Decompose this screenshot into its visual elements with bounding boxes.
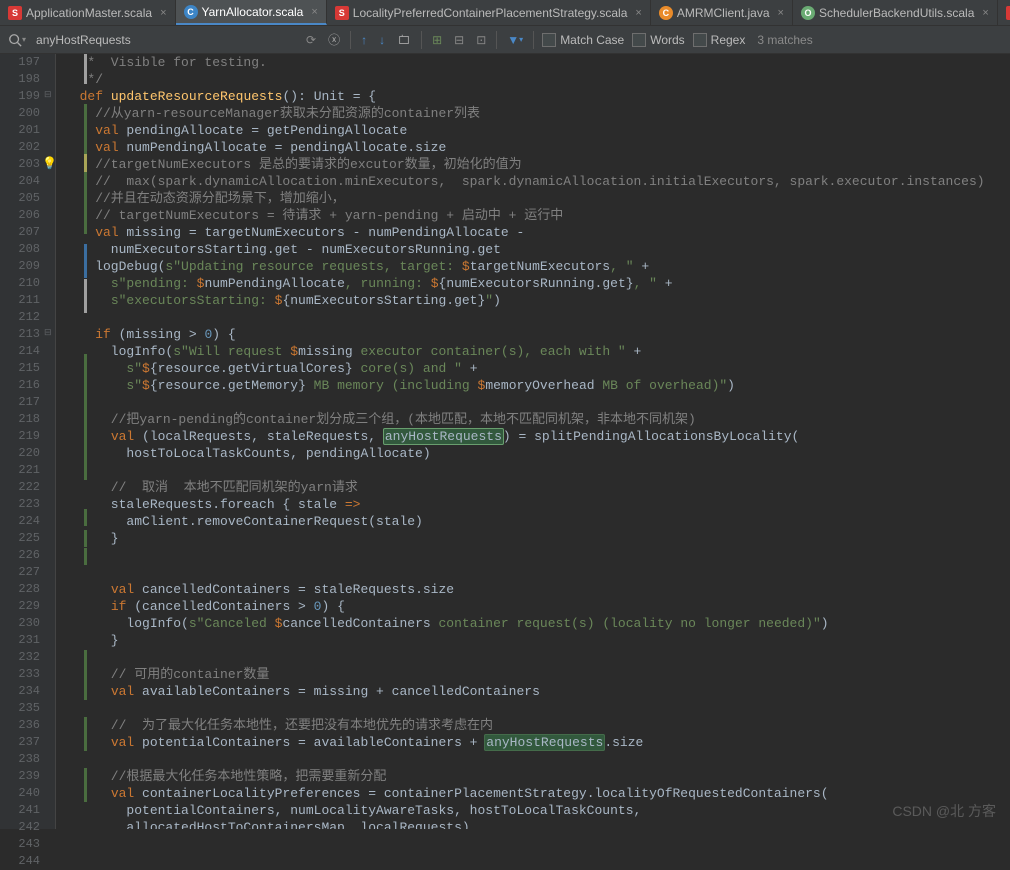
scala-icon: S bbox=[1006, 6, 1010, 20]
close-icon[interactable]: × bbox=[982, 7, 988, 19]
tab-amrm-client[interactable]: C AMRMClient.java × bbox=[651, 0, 793, 25]
editor-tabs: S ApplicationMaster.scala × C YarnAlloca… bbox=[0, 0, 1010, 26]
change-markers bbox=[84, 54, 87, 829]
next-match-icon[interactable]: ↓ bbox=[377, 31, 387, 49]
line-numbers: 1971981992002012022032042052062072082092… bbox=[0, 54, 42, 829]
separator bbox=[350, 31, 351, 49]
add-selection-icon[interactable]: ⊞ bbox=[430, 31, 444, 49]
words-option[interactable]: Words bbox=[632, 33, 684, 47]
prev-match-icon[interactable]: ↑ bbox=[359, 31, 369, 49]
search-icon[interactable]: ▾ bbox=[6, 31, 28, 49]
checkbox-icon bbox=[693, 33, 707, 47]
select-all-occ-icon[interactable]: ⊡ bbox=[474, 31, 488, 49]
tab-label: ApplicationMaster.scala bbox=[26, 6, 152, 20]
watermark: CSDN @北 方客 bbox=[892, 801, 996, 821]
clear-icon[interactable]: ⓧ bbox=[326, 29, 342, 50]
scala-icon: S bbox=[335, 6, 349, 20]
tab-yarn-allocator[interactable]: C YarnAllocator.scala × bbox=[176, 0, 327, 25]
remove-selection-icon[interactable]: ⊟ bbox=[452, 31, 466, 49]
close-icon[interactable]: × bbox=[635, 7, 641, 19]
filter-icon[interactable]: ▼▾ bbox=[505, 31, 525, 49]
java-icon: C bbox=[659, 6, 673, 20]
class-icon: C bbox=[184, 5, 198, 19]
match-count: 3 matches bbox=[757, 33, 812, 47]
select-all-icon[interactable] bbox=[395, 31, 413, 49]
history-icon[interactable]: ⟳ bbox=[304, 31, 318, 49]
fold-icon[interactable]: ⊟ bbox=[44, 328, 52, 338]
tab-partial[interactable]: S U bbox=[998, 0, 1010, 25]
tab-locality-strategy[interactable]: S LocalityPreferredContainerPlacementStr… bbox=[327, 0, 651, 25]
separator bbox=[421, 31, 422, 49]
tab-label: SchedulerBackendUtils.scala bbox=[819, 6, 974, 20]
fold-icon[interactable]: ⊟ bbox=[44, 90, 52, 100]
tab-label: YarnAllocator.scala bbox=[202, 5, 304, 19]
search-input[interactable] bbox=[36, 33, 296, 47]
find-bar: ▾ ⟳ ⓧ ↑ ↓ ⊞ ⊟ ⊡ ▼▾ Match Case Words Rege… bbox=[0, 26, 1010, 54]
close-icon[interactable]: × bbox=[778, 7, 784, 19]
checkbox-icon bbox=[542, 33, 556, 47]
separator bbox=[533, 31, 534, 49]
editor-area: 1971981992002012022032042052062072082092… bbox=[0, 54, 1010, 829]
regex-option[interactable]: Regex bbox=[693, 33, 746, 47]
tab-label: AMRMClient.java bbox=[677, 6, 770, 20]
tab-scheduler-backend[interactable]: O SchedulerBackendUtils.scala × bbox=[793, 0, 998, 25]
separator bbox=[496, 31, 497, 49]
tab-label: LocalityPreferredContainerPlacementStrat… bbox=[353, 6, 628, 20]
close-icon[interactable]: × bbox=[311, 6, 317, 18]
checkbox-icon bbox=[632, 33, 646, 47]
object-icon: O bbox=[801, 6, 815, 20]
scala-icon: S bbox=[8, 6, 22, 20]
fold-gutter: ⊟ 💡 ⊟ bbox=[42, 54, 56, 829]
lightbulb-icon[interactable]: 💡 bbox=[42, 156, 57, 171]
tab-application-master[interactable]: S ApplicationMaster.scala × bbox=[0, 0, 176, 25]
close-icon[interactable]: × bbox=[160, 7, 166, 19]
code-content[interactable]: * Visible for testing. */ def updateReso… bbox=[56, 54, 1010, 829]
match-case-option[interactable]: Match Case bbox=[542, 33, 624, 47]
